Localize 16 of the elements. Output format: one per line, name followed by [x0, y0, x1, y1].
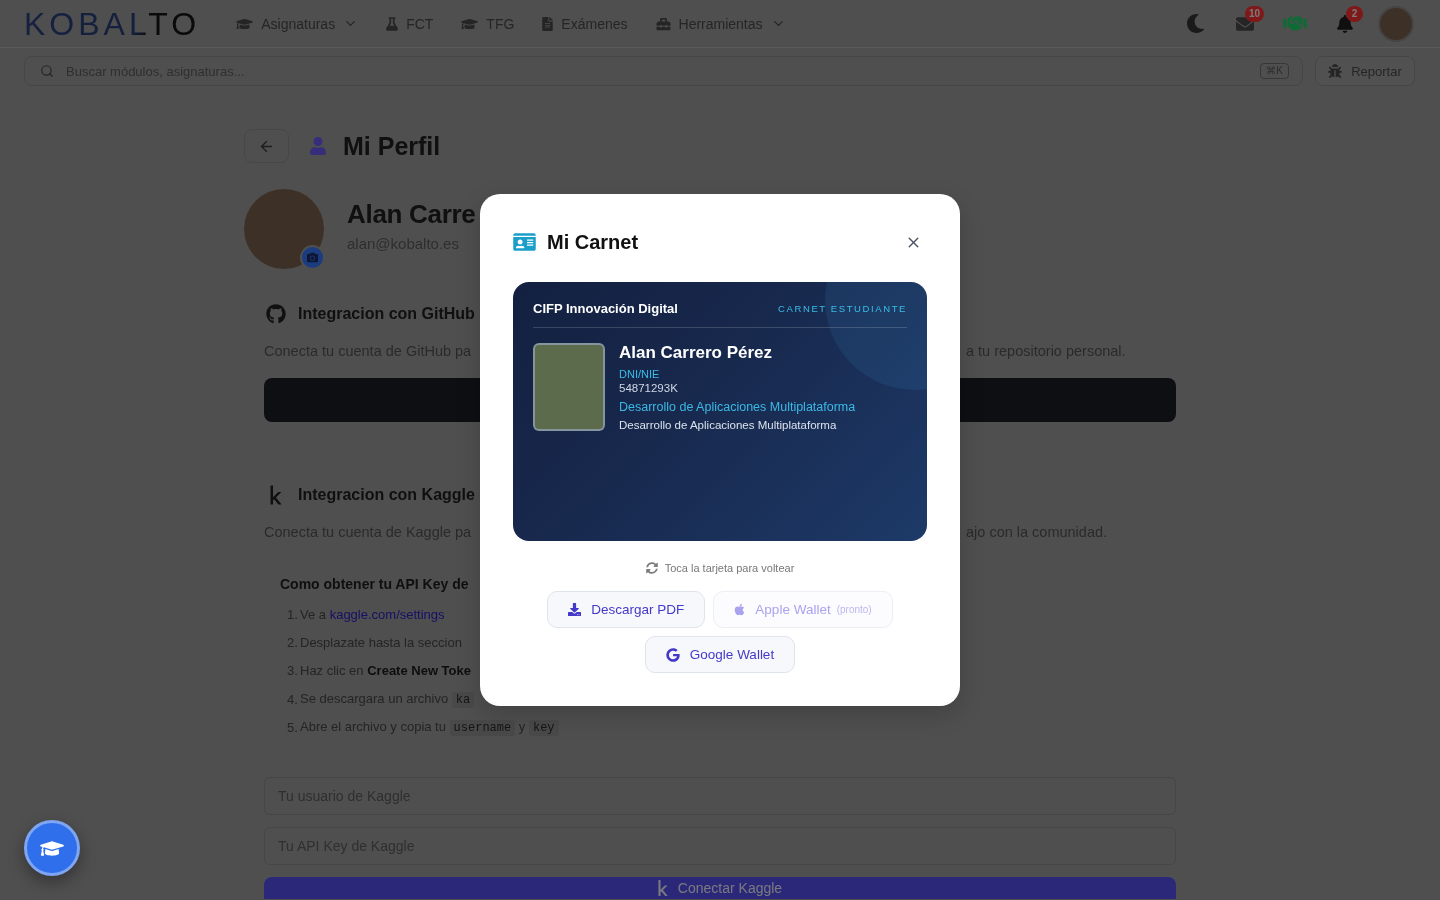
notification-badge: 2 [1346, 5, 1363, 22]
section-title: Integracion con Kaggle [298, 486, 475, 504]
program-name: Desarrollo de Aplicaciones Multiplataforma [619, 399, 856, 416]
page-title: Mi Perfil [343, 131, 441, 162]
student-name: Alan Carrero Pérez [619, 343, 773, 363]
program-detail: Desarrollo de Aplicaciones Multiplataforma [619, 418, 837, 433]
notification-badge: 10 [1245, 5, 1265, 22]
help-title: Como obtener tu API Key de [280, 575, 469, 593]
flip-hint: Toca la tarjeta para voltear [664, 562, 795, 574]
id-number: 54871293K [619, 381, 678, 396]
modal-title: Mi Carnet [547, 230, 639, 254]
id-label: DNI/NIE [619, 367, 660, 381]
section-title: Integracion con GitHub [298, 305, 475, 323]
profile-name: Alan Carre [347, 198, 476, 230]
institution-name: CIFP Innovación Digital [533, 302, 678, 316]
card-type-label: CARNET ESTUDIANTE [778, 302, 907, 316]
